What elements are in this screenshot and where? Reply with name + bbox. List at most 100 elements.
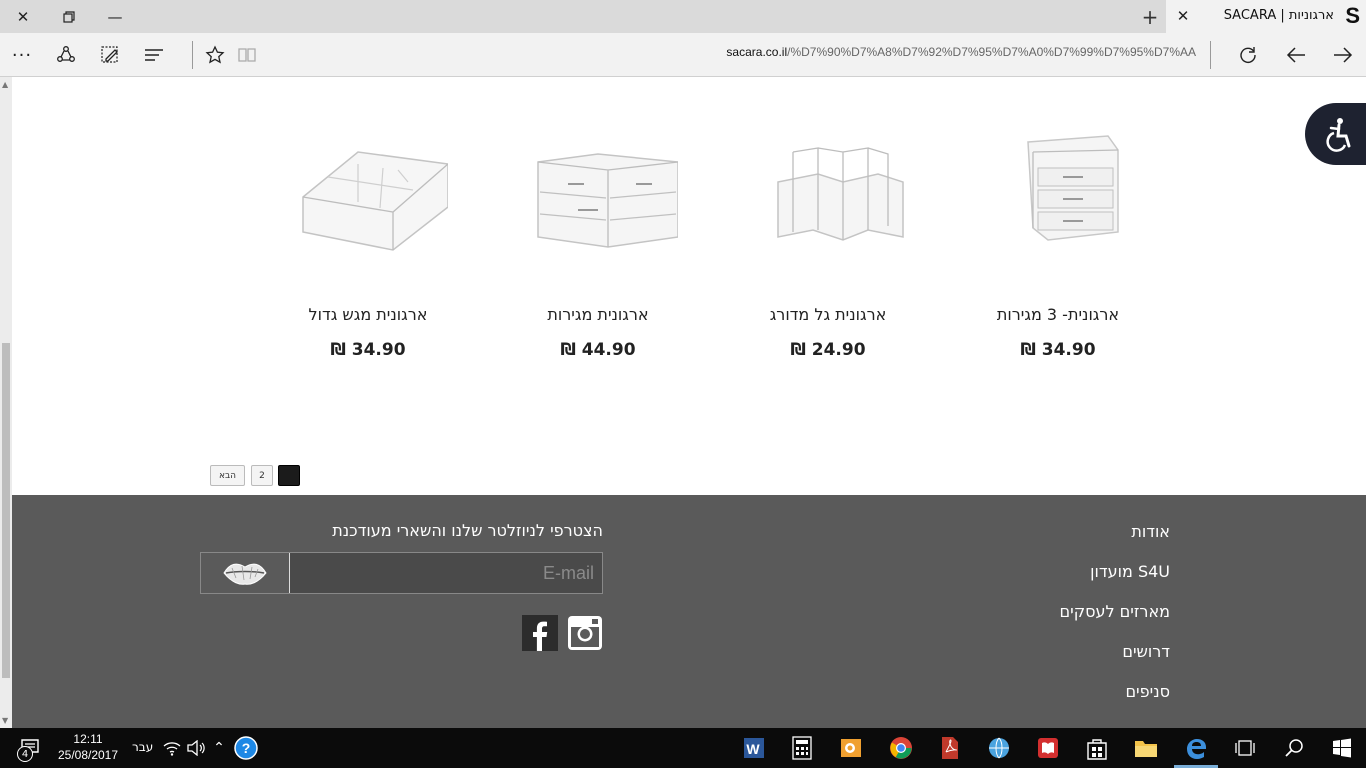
footer-nav: אודות S4U מועדון מארזים לעסקים דרושים סנ… [1060, 519, 1170, 728]
arrow-left-icon [1286, 47, 1305, 63]
product-price: 24.90 ₪ [790, 340, 866, 360]
web-page: ▲ ▼ ארגונית- 3 מגירות 34.90 ₪ ארגונית גל… [0, 77, 1366, 728]
lips-icon [223, 563, 267, 585]
favicon: S [1345, 3, 1360, 28]
search-icon [1285, 739, 1303, 757]
refresh-icon [1240, 47, 1256, 64]
page-1-button[interactable] [278, 465, 300, 486]
hub-button[interactable] [138, 39, 170, 71]
taskbar: 4 12:11 25/08/2017 עבר ⌃ ? W [0, 728, 1366, 768]
taskbar-word[interactable]: W [738, 732, 770, 764]
newsletter-submit-button[interactable] [201, 553, 289, 593]
accessibility-button[interactable] [1305, 103, 1366, 165]
volume-button[interactable] [184, 732, 208, 764]
footer-link-about[interactable]: אודות [1060, 519, 1170, 559]
windows-icon [1333, 738, 1351, 758]
book-icon [238, 48, 256, 62]
wifi-icon [163, 742, 181, 756]
next-page-button[interactable]: הבא [210, 465, 245, 486]
task-view-button[interactable] [1229, 732, 1261, 764]
edge-icon [1187, 739, 1206, 759]
star-icon [205, 45, 225, 64]
product-image[interactable] [298, 122, 448, 257]
product-name[interactable]: ארגונית מגירות [488, 305, 708, 324]
restore-icon [63, 10, 75, 23]
product-image[interactable] [528, 122, 678, 257]
show-hidden-icons-button[interactable]: ⌃ [207, 732, 231, 764]
back-button[interactable] [1280, 39, 1312, 71]
taskbar-pdf[interactable] [934, 732, 966, 764]
refresh-button[interactable] [1232, 39, 1264, 71]
new-tab-button[interactable]: + [1138, 5, 1162, 29]
forward-button[interactable] [1327, 39, 1359, 71]
clock-time: 12:11 [73, 732, 103, 746]
newsletter-form [200, 552, 603, 594]
tab-active[interactable]: ✕ ארגוניות | SACARA S [1166, 0, 1366, 33]
minimize-window-button[interactable]: — [92, 0, 138, 33]
search-button[interactable] [1278, 732, 1310, 764]
footer-link-jobs[interactable]: דרושים [1060, 639, 1170, 679]
mail-app-icon [841, 739, 861, 757]
taskbar-edge[interactable] [1180, 732, 1212, 764]
instagram-icon [568, 616, 602, 650]
toolbar-separator [192, 41, 193, 69]
footer-link-contact[interactable]: צור קשר [1060, 719, 1170, 728]
scroll-down-icon[interactable]: ▼ [2, 716, 8, 725]
product-image[interactable] [758, 122, 908, 257]
product-price: 44.90 ₪ [560, 340, 636, 360]
notification-count-badge: 4 [17, 746, 33, 762]
taskbar-calculator[interactable] [786, 732, 818, 764]
system-clock[interactable]: 12:11 25/08/2017 [52, 731, 124, 763]
address-bar[interactable]: sacara.co.il/%D7%90%D7%A8%D7%92%D7%95%D7… [620, 45, 1196, 65]
title-bar: ✕ — + ✕ ארגוניות | SACARA S [0, 0, 1366, 33]
taskbar-translator[interactable] [983, 732, 1015, 764]
chrome-icon [890, 737, 912, 759]
page-2-button[interactable]: 2 [251, 465, 273, 486]
hub-icon [145, 49, 163, 61]
page-scrollbar[interactable]: ▲ ▼ [0, 77, 12, 728]
product-name[interactable]: ארגונית- 3 מגירות [948, 305, 1168, 324]
help-button[interactable]: ? [230, 732, 262, 764]
share-button[interactable] [50, 39, 82, 71]
tab-title: ארגוניות | SACARA [1223, 8, 1334, 23]
more-button[interactable]: ··· [6, 39, 38, 71]
product-name[interactable]: ארגונית מגש גדול [258, 305, 478, 324]
taskbar-store[interactable] [1081, 732, 1113, 764]
product-name[interactable]: ארגונית גל מדורג [718, 305, 938, 324]
pdf-icon [942, 737, 958, 759]
scroll-up-icon[interactable]: ▲ [2, 80, 8, 89]
product-price: 34.90 ₪ [330, 340, 406, 360]
email-field[interactable] [289, 553, 602, 593]
instagram-link[interactable] [567, 615, 603, 651]
restore-window-button[interactable] [46, 0, 92, 33]
favorite-button[interactable] [199, 39, 231, 71]
footer-link-branches[interactable]: סניפים [1060, 679, 1170, 719]
network-button[interactable] [160, 732, 184, 764]
taskbar-chrome[interactable] [885, 732, 917, 764]
footer-link-business[interactable]: מארזים לעסקים [1060, 599, 1170, 639]
web-note-button[interactable] [94, 39, 126, 71]
reader-icon [1038, 738, 1058, 758]
footer-link-club[interactable]: S4U מועדון [1060, 559, 1170, 599]
address-path: /%D7%90%D7%A8%D7%92%D7%95%D7%A0%D7%99%D7… [787, 45, 1196, 59]
start-button[interactable] [1326, 732, 1358, 764]
reading-view-button[interactable] [231, 39, 263, 71]
taskbar-reader[interactable] [1032, 732, 1064, 764]
taskbar-file-explorer[interactable] [1130, 732, 1162, 764]
close-window-button[interactable]: ✕ [0, 0, 46, 33]
share-icon [57, 46, 75, 62]
close-tab-button[interactable]: ✕ [1174, 7, 1192, 25]
help-icon: ? [234, 736, 258, 760]
store-icon [1087, 739, 1107, 760]
taskbar-outlook[interactable] [835, 732, 867, 764]
product-image[interactable] [988, 122, 1138, 257]
globe-icon [989, 737, 1009, 759]
ellipsis-icon: ··· [11, 44, 33, 66]
scrollbar-thumb[interactable] [2, 343, 10, 678]
facebook-icon [522, 615, 558, 651]
toolbar-separator [1210, 41, 1211, 69]
language-indicator[interactable]: עבר [132, 740, 153, 754]
speaker-icon [187, 740, 205, 756]
facebook-link[interactable] [522, 615, 558, 651]
pen-note-icon [101, 46, 118, 63]
